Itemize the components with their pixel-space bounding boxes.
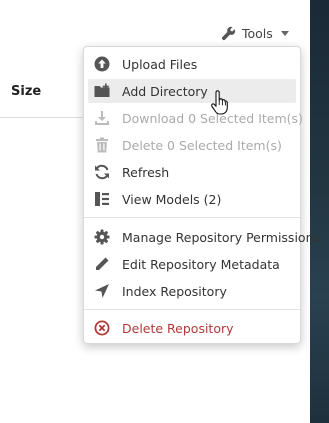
chevron-down-icon (280, 30, 289, 36)
menu-item-index-repository[interactable]: Index Repository (88, 279, 296, 303)
background-image (310, 0, 329, 423)
menu-item-delete-repository[interactable]: Delete Repository (88, 316, 296, 340)
menu-item-label: Add Directory (122, 83, 208, 99)
menu-item-upload-files[interactable]: Upload Files (88, 52, 296, 76)
wrench-icon (221, 26, 236, 40)
tools-menu: Upload Files Add Directory Download 0 Se… (83, 46, 320, 344)
tools-label: Tools (242, 25, 273, 41)
menu-divider (84, 309, 300, 310)
hand-cursor-icon (211, 90, 228, 115)
menu-item-label: Refresh (122, 164, 170, 180)
menu-item-manage-permissions[interactable]: Manage Repository Permissions (88, 225, 320, 249)
menu-item-refresh[interactable]: Refresh (88, 160, 296, 184)
trash-icon (96, 137, 108, 153)
location-arrow-icon (95, 284, 109, 298)
menu-item-label: Edit Repository Metadata (122, 256, 280, 272)
menu-item-label: Upload Files (122, 56, 198, 72)
delete-circle-icon (94, 320, 110, 336)
menu-item-label: Manage Repository Permissions (122, 229, 320, 245)
menu-item-label: View Models (2) (122, 191, 222, 207)
models-icon (95, 192, 109, 206)
menu-item-view-models[interactable]: View Models (2) (88, 187, 296, 211)
size-column-header[interactable]: Size (11, 84, 41, 99)
upload-circle-icon (94, 56, 110, 72)
pencil-icon (96, 257, 109, 270)
header-divider (0, 117, 84, 118)
menu-item-label: Delete 0 Selected Item(s) (122, 137, 282, 153)
menu-item-label: Index Repository (122, 283, 227, 299)
menu-item-label: Delete Repository (122, 320, 234, 336)
menu-divider (84, 217, 300, 218)
menu-item-delete-selected[interactable]: Delete 0 Selected Item(s) (88, 133, 296, 157)
menu-item-download-selected[interactable]: Download 0 Selected Item(s) (88, 106, 303, 130)
menu-item-edit-metadata[interactable]: Edit Repository Metadata (88, 252, 296, 276)
menu-item-add-directory[interactable]: Add Directory (88, 79, 296, 103)
refresh-icon (95, 164, 109, 180)
folder-plus-icon (94, 83, 110, 97)
tools-dropdown-button[interactable]: Tools (221, 24, 289, 42)
download-icon (95, 111, 109, 125)
gear-icon (94, 229, 110, 245)
